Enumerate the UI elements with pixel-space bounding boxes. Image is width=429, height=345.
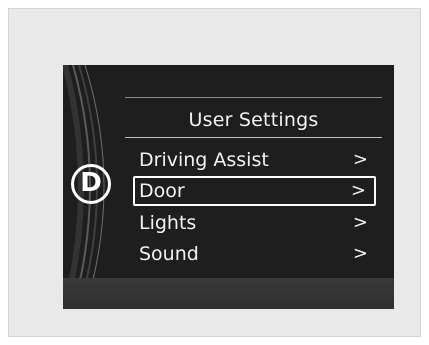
top-divider (125, 97, 382, 98)
menu-item-door[interactable]: Door > (133, 176, 376, 206)
menu-item-label: Lights (139, 212, 197, 234)
menu-item-label: Door (139, 180, 185, 202)
cluster-display: User Settings D Driving Assist > Door > … (63, 65, 394, 309)
chevron-right-icon: > (352, 243, 368, 264)
menu-item-label: Driving Assist (139, 149, 269, 171)
display-footer-bar (63, 278, 394, 309)
menu-item-sound[interactable]: Sound > (133, 239, 376, 269)
gear-indicator: D (71, 164, 111, 204)
chevron-right-icon: > (352, 212, 368, 233)
menu-item-lights[interactable]: Lights > (133, 208, 376, 238)
menu-item-label: Sound (139, 243, 199, 265)
chevron-right-icon: > (350, 180, 366, 201)
chevron-right-icon: > (352, 149, 368, 170)
image-frame: User Settings D Driving Assist > Door > … (8, 8, 421, 337)
title-divider (125, 137, 382, 138)
menu-title: User Settings (188, 109, 319, 131)
menu-item-driving-assist[interactable]: Driving Assist > (133, 145, 376, 175)
